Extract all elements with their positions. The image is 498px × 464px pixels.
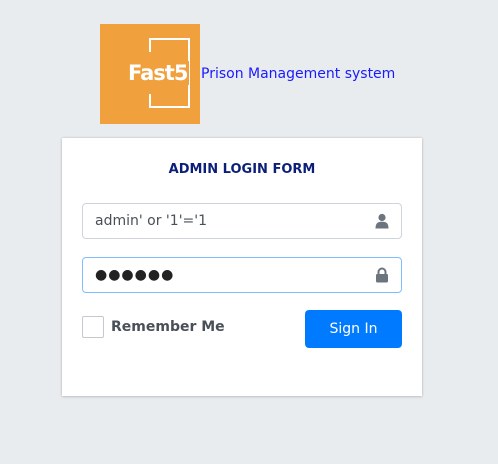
form-title: ADMIN LOGIN FORM xyxy=(168,162,316,177)
username-input[interactable] xyxy=(83,204,363,238)
logo-text: Fast5 xyxy=(126,61,190,85)
password-input[interactable]: ●●●●●● xyxy=(83,267,363,283)
remember-label: Remember Me xyxy=(111,319,225,335)
login-card: ADMIN LOGIN FORM ●●●●●● Remember Me Sign… xyxy=(62,138,422,396)
brand-logo: Fast5 xyxy=(100,24,200,124)
app-title: Prison Management system xyxy=(201,66,396,82)
user-icon xyxy=(363,204,401,238)
lock-icon xyxy=(363,258,401,292)
remember-checkbox[interactable] xyxy=(82,316,104,338)
username-field[interactable] xyxy=(82,203,402,239)
brand-header: Fast5 Prison Management system xyxy=(100,24,395,124)
remember-me[interactable]: Remember Me xyxy=(82,316,225,338)
password-field[interactable]: ●●●●●● xyxy=(82,257,402,293)
sign-in-button[interactable]: Sign In xyxy=(305,310,402,348)
